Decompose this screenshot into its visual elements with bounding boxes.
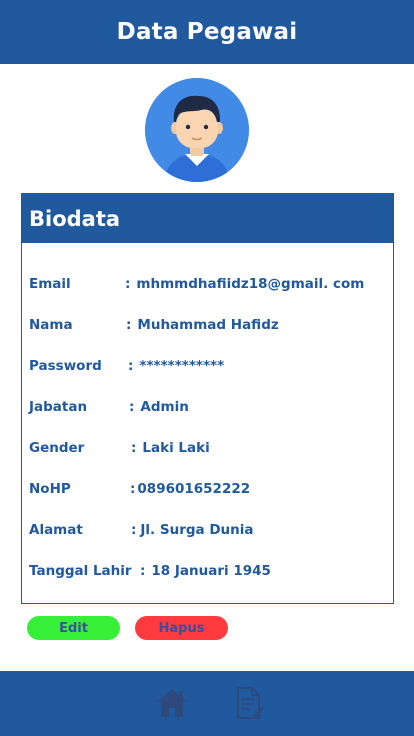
nav-home[interactable] xyxy=(154,685,190,721)
page-title: Data Pegawai xyxy=(116,19,298,45)
nama-separator: : xyxy=(126,316,132,333)
jabatan-separator: : xyxy=(129,398,135,415)
nav-document[interactable] xyxy=(231,685,267,721)
alamat-label: Alamat xyxy=(29,521,83,538)
email-value: mhmmdhafiidz18@gmail. com xyxy=(136,275,365,292)
biodata-card: Biodata Email : mhmmdhafiidz18@gmail. co… xyxy=(21,193,394,604)
gender-value: Laki Laki xyxy=(142,439,210,456)
avatar xyxy=(145,78,249,182)
nohp-separator: : xyxy=(130,480,136,497)
gender-separator: : xyxy=(131,439,137,456)
biodata-list: Email : mhmmdhafiidz18@gmail. com Nama :… xyxy=(22,243,393,591)
biodata-row-tanggal-lahir: Tanggal Lahir : 18 Januari 1945 xyxy=(29,550,393,591)
biodata-row-nohp: NoHP : 089601652222 xyxy=(29,468,393,509)
alamat-value: Jl. Surga Dunia xyxy=(140,521,254,538)
edit-button[interactable]: Edit xyxy=(27,616,120,640)
nama-value: Muhammad Hafidz xyxy=(137,316,279,333)
tanggal-lahir-separator: : xyxy=(140,562,146,579)
password-separator: : xyxy=(128,357,134,374)
biodata-row-email: Email : mhmmdhafiidz18@gmail. com xyxy=(29,263,393,304)
biodata-row-password: Password : ************ xyxy=(29,345,393,386)
password-label: Password xyxy=(29,357,102,374)
nama-label: Nama xyxy=(29,316,73,333)
app-screen: Data Pegawai Biodata Email: mhmmdhafiid… xyxy=(0,0,414,736)
top-bar: Data Pegawai xyxy=(0,0,414,64)
nohp-label: NoHP xyxy=(29,480,71,497)
biodata-card-header: Biodata xyxy=(22,194,393,243)
alamat-separator: : xyxy=(131,521,137,538)
jabatan-value: Admin xyxy=(140,398,189,415)
nohp-value: 089601652222 xyxy=(137,480,251,497)
user-avatar-icon xyxy=(145,78,249,182)
biodata-title: Biodata xyxy=(29,206,121,231)
gender-label: Gender xyxy=(29,439,85,456)
delete-button[interactable]: Hapus xyxy=(135,616,228,640)
document-icon xyxy=(237,687,264,719)
tanggal-lahir-label: Tanggal Lahir xyxy=(29,562,132,579)
biodata-row-gender: Gender : Laki Laki xyxy=(29,427,393,468)
biodata-row-jabatan: Jabatan : Admin xyxy=(29,386,393,427)
tanggal-lahir-value: 18 Januari 1945 xyxy=(151,562,271,579)
jabatan-label: Jabatan xyxy=(29,398,88,415)
email-label: Email xyxy=(29,275,71,292)
email-separator: : xyxy=(125,275,131,292)
home-icon xyxy=(157,689,187,717)
biodata-row-nama: Nama : Muhammad Hafidz xyxy=(29,304,393,345)
biodata-row-alamat: Alamat : Jl. Surga Dunia xyxy=(29,509,393,550)
password-value: ************ xyxy=(139,357,225,374)
bottom-nav xyxy=(0,671,414,736)
